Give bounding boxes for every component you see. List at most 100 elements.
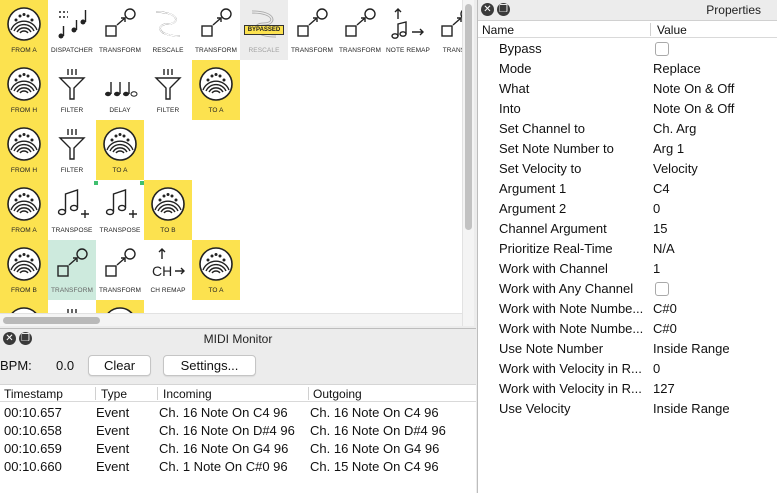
patch-node-transform[interactable]: TRANSFORM (96, 240, 144, 300)
property-value[interactable]: Inside Range (653, 341, 730, 356)
property-value[interactable]: Velocity (653, 161, 698, 176)
property-row[interactable]: Set Note Number to Arg 1 (478, 139, 777, 159)
patch-node-label: FROM A (11, 227, 37, 234)
log-row[interactable]: 00:10.659 Event Ch. 16 Note On G4 96 Ch. 16… (0, 439, 476, 457)
column-header-name[interactable]: Name (482, 23, 514, 37)
property-row[interactable]: Work with Velocity in R... 127 (478, 379, 777, 399)
property-row[interactable]: Prioritize Real-Time N/A (478, 239, 777, 259)
property-value[interactable]: Inside Range (653, 401, 730, 416)
property-value[interactable]: Note On & Off (653, 81, 734, 96)
patch-node-filter[interactable]: FILTER (144, 60, 192, 120)
patch-node-transform[interactable]: TRANSFORM (48, 240, 96, 300)
log-row[interactable]: 00:10.660 Event Ch. 1 Note On C#0 96 Ch. 15… (0, 457, 476, 475)
property-value[interactable]: Arg 1 (653, 141, 684, 156)
property-row[interactable]: Use Note Number Inside Range (478, 339, 777, 359)
bpm-label: BPM: (0, 358, 32, 373)
property-name: Prioritize Real-Time (499, 241, 613, 256)
patch-node-transform[interactable]: TRANSFORM (336, 0, 384, 60)
column-divider[interactable] (95, 387, 96, 400)
property-row[interactable]: Work with Velocity in R... 0 (478, 359, 777, 379)
property-value[interactable]: C4 (653, 181, 670, 196)
column-header-outgoing[interactable]: Outgoing (313, 387, 362, 401)
column-header-incoming[interactable]: Incoming (163, 387, 212, 401)
patch-node-from-h[interactable]: FROM H (0, 60, 48, 120)
property-value[interactable]: 1 (653, 261, 660, 276)
property-row[interactable]: Argument 2 0 (478, 199, 777, 219)
column-divider[interactable] (308, 387, 309, 400)
property-row[interactable]: What Note On & Off (478, 79, 777, 99)
scroll-thumb[interactable] (3, 317, 100, 324)
column-header-value[interactable]: Value (657, 23, 687, 37)
selection-handle[interactable] (94, 181, 98, 185)
property-value[interactable]: 0 (653, 201, 660, 216)
patch-node-transpose[interactable]: TRANSPOSE (96, 180, 144, 240)
patch-node-from-a[interactable]: FROM A (0, 180, 48, 240)
property-checkbox[interactable] (655, 42, 669, 56)
patch-node-transform[interactable]: TRANSFORM (288, 0, 336, 60)
patch-node-transpose[interactable]: TRANSPOSE (48, 180, 96, 240)
settings-button[interactable]: Settings... (163, 355, 256, 376)
patch-vertical-scrollbar[interactable] (462, 0, 474, 326)
column-divider[interactable] (650, 23, 651, 36)
close-icon[interactable]: ✕ (481, 3, 494, 16)
window-restore-icon[interactable]: ❐ (497, 3, 510, 16)
patch-node-label: TRANSFORM (338, 47, 382, 54)
patch-node-dispatcher[interactable]: DISPATCHER (48, 0, 96, 60)
patch-node-ch-remap[interactable]: CH CH REMAP (144, 240, 192, 300)
patch-node-filter[interactable]: FILTER (48, 120, 96, 180)
column-header-type[interactable]: Type (101, 387, 127, 401)
property-row[interactable]: Work with Note Numbe... C#0 (478, 299, 777, 319)
property-value[interactable]: 127 (653, 381, 675, 396)
column-divider[interactable] (157, 387, 158, 400)
log-row[interactable]: 00:10.657 Event Ch. 16 Note On C4 96 Ch. 16… (0, 403, 476, 421)
patch-node-rescale[interactable]: RESCALE (144, 0, 192, 60)
selection-handle[interactable] (140, 181, 144, 185)
scroll-thumb[interactable] (465, 4, 472, 230)
patch-horizontal-scrollbar[interactable] (0, 313, 462, 326)
property-row[interactable]: Bypass (478, 39, 777, 59)
patch-node-to-a[interactable]: TO A (192, 60, 240, 120)
patch-node-rescale[interactable]: BYPASSED RESCALE (240, 0, 288, 60)
property-row[interactable]: Work with Channel 1 (478, 259, 777, 279)
midi-port-icon (102, 120, 138, 167)
patch-node-transform[interactable]: TRANSFORM (96, 0, 144, 60)
patch-node-to-a[interactable]: TO A (96, 120, 144, 180)
window-restore-icon[interactable]: ❐ (19, 332, 32, 345)
property-value[interactable]: C#0 (653, 321, 677, 336)
patch-node-from-h[interactable]: FROM H (0, 120, 48, 180)
property-row[interactable]: Channel Argument 15 (478, 219, 777, 239)
property-value[interactable]: 15 (653, 221, 667, 236)
property-value[interactable]: Note On & Off (653, 101, 734, 116)
property-checkbox[interactable] (655, 282, 669, 296)
property-value[interactable]: Replace (653, 61, 701, 76)
patch-node-from-b[interactable]: FROM B (0, 240, 48, 300)
property-row[interactable]: Work with Any Channel (478, 279, 777, 299)
property-row[interactable]: Set Velocity to Velocity (478, 159, 777, 179)
patch-node-from-a[interactable]: FROM A (0, 0, 48, 60)
property-value[interactable]: C#0 (653, 301, 677, 316)
patch-node-label: TO B (160, 227, 176, 234)
log-row[interactable]: 00:10.658 Event Ch. 16 Note On D#4 96 Ch. 1… (0, 421, 476, 439)
column-header-timestamp[interactable]: Timestamp (4, 387, 63, 401)
patch-node-delay[interactable]: DELAY (96, 60, 144, 120)
property-row[interactable]: Argument 1 C4 (478, 179, 777, 199)
property-value[interactable]: Ch. Arg (653, 121, 696, 136)
property-row[interactable]: Use Velocity Inside Range (478, 399, 777, 419)
property-row[interactable]: Into Note On & Off (478, 99, 777, 119)
patch-node-to-b[interactable]: TO B (144, 180, 192, 240)
patch-node-note-remap[interactable]: NOTE REMAP (384, 0, 432, 60)
property-row[interactable]: Mode Replace (478, 59, 777, 79)
property-row[interactable]: Set Channel to Ch. Arg (478, 119, 777, 139)
patch-node-transform[interactable]: TRANSFORM (192, 0, 240, 60)
patch-node-to-a[interactable]: TO A (192, 240, 240, 300)
clear-button[interactable]: Clear (88, 355, 151, 376)
property-name: What (499, 81, 530, 96)
patch-node-filter[interactable]: FILTER (48, 60, 96, 120)
log-cell-incoming: Ch. 16 Note On D#4 96 (159, 423, 295, 438)
event-log-table[interactable]: Timestamp Type Incoming Outgoing 00:10.6… (0, 384, 476, 493)
patch-editor[interactable]: FROM A DISPATCHER TRANSFORM RESCALE TRANSFOR… (0, 0, 474, 326)
property-value[interactable]: 0 (653, 361, 660, 376)
close-icon[interactable]: ✕ (3, 332, 16, 345)
property-value[interactable]: N/A (653, 241, 675, 256)
property-row[interactable]: Work with Note Numbe... C#0 (478, 319, 777, 339)
